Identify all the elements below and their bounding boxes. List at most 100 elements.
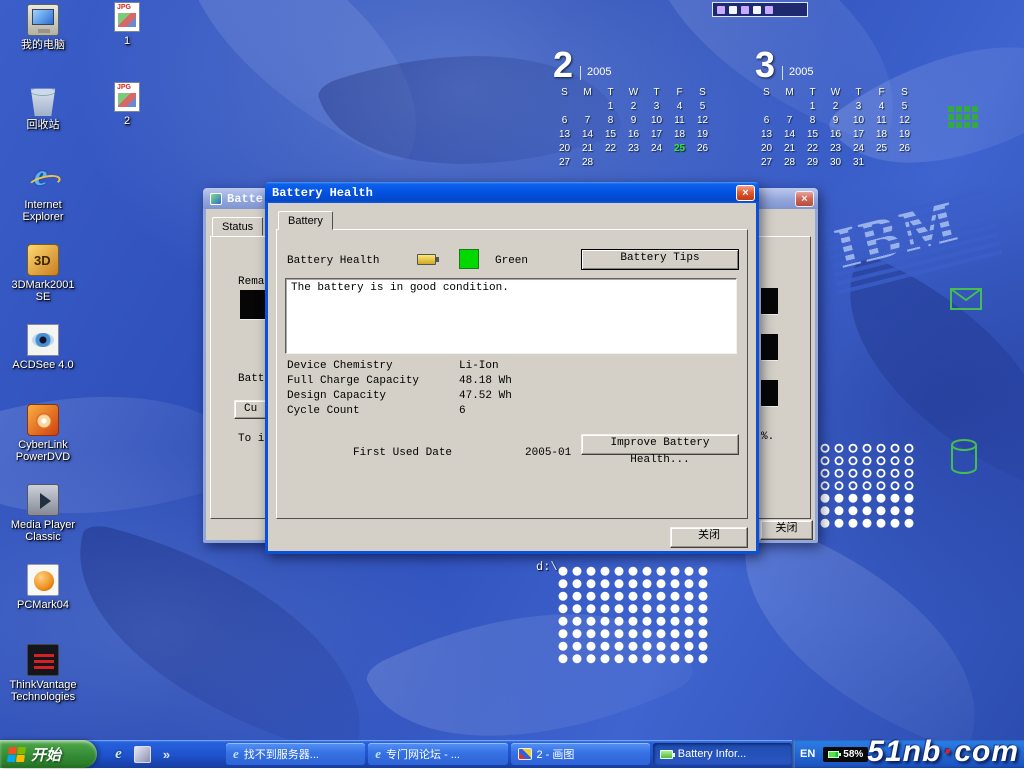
desktop-icon-label: ThinkVantage Technologies <box>4 679 82 703</box>
calendar-day: 5 <box>893 101 916 115</box>
battery-tray-indicator[interactable]: 58% <box>823 747 868 762</box>
improve-battery-health-button[interactable]: Improve Battery Health... <box>581 434 739 455</box>
calendar-year: 2005 <box>782 66 813 80</box>
window-title: Batte <box>227 192 263 206</box>
percent-label: %. <box>761 431 774 443</box>
my-computer-icon <box>27 4 59 36</box>
field-value: Li-Ion <box>459 360 499 372</box>
condition-textbox[interactable]: The battery is in good condition. <box>285 278 737 354</box>
battery-tips-button[interactable]: Battery Tips <box>581 249 739 270</box>
close-icon[interactable]: × <box>795 191 814 207</box>
desktop-icon-label: Internet Explorer <box>4 199 82 223</box>
calendar-day: 3 <box>645 101 668 115</box>
desktop-icon-recycle-bin[interactable]: 回收站 <box>4 82 82 162</box>
acdsee-40-icon <box>27 324 59 356</box>
taskbar-task-ie-forum[interactable]: e专门网论坛 - ... <box>368 743 507 765</box>
windows-logo-icon <box>7 747 26 762</box>
desktop-icon-label: 1 <box>88 35 166 47</box>
calendar-day: 23 <box>622 143 645 157</box>
battery-field-row: Design Capacity47.52 Wh <box>287 390 512 405</box>
task-buttons: e找不到服务器...e专门网论坛 - ...2 - 画图Battery Info… <box>226 743 792 765</box>
desktop-icon-acdsee-40[interactable]: ACDSee 4.0 <box>4 322 82 402</box>
display-icon[interactable] <box>741 6 749 14</box>
field-label: Cycle Count <box>287 405 459 417</box>
battery-field-row: Device ChemistryLi-Ion <box>287 360 512 375</box>
calendar-day-header: M <box>778 87 801 101</box>
calendar-day-header: W <box>824 87 847 101</box>
taskbar-task-battery-information[interactable]: Battery Infor... <box>653 743 792 765</box>
calendar-day <box>599 157 622 171</box>
quick-launch-more-icon[interactable]: » <box>158 746 175 763</box>
tab-status[interactable]: Status <box>212 217 263 236</box>
desktop-icon-column: 我的电脑回收站 Internet Explorer 3DMark2001 SEACD… <box>4 2 82 722</box>
calendar-day: 24 <box>847 143 870 157</box>
desktop-icon-media-player-classic[interactable]: Media Player Classic <box>4 482 82 562</box>
desktop-icon-3dmark2001-se[interactable]: 3DMark2001 SE <box>4 242 82 322</box>
calendar-day <box>645 157 668 171</box>
calendar-day <box>870 157 893 171</box>
close-button[interactable]: 关闭 <box>670 527 748 548</box>
notes-icon[interactable] <box>765 6 773 14</box>
quick-launch-ie-icon[interactable]: e <box>110 746 127 763</box>
calendar-day-header: W <box>622 87 645 101</box>
desktop-icon-jpg-2[interactable]: 2 <box>88 80 166 160</box>
calendar-day: 12 <box>691 115 714 129</box>
paint-icon <box>518 748 532 760</box>
dialog-titlebar[interactable]: Battery Health × <box>265 182 759 203</box>
desktop-icon-label: Media Player Classic <box>4 519 82 543</box>
drag-handle-icon[interactable] <box>717 6 725 14</box>
taskbar-task-paint[interactable]: 2 - 画图 <box>511 743 650 765</box>
battery-gauge <box>761 288 778 315</box>
desktop-icon-my-computer[interactable]: 我的电脑 <box>4 2 82 82</box>
speaker-icon[interactable] <box>729 6 737 14</box>
calendar-day: 30 <box>824 157 847 171</box>
desktop-icon-jpg-1[interactable]: 1 <box>88 0 166 80</box>
calendar-day: 11 <box>668 115 691 129</box>
battery-icon <box>417 254 436 265</box>
tab-battery[interactable]: Battery <box>278 211 333 230</box>
calendar-day: 5 <box>691 101 714 115</box>
desktop-icon-pcmark04[interactable]: PCMark04 <box>4 562 82 642</box>
calendar-day-header: S <box>755 87 778 101</box>
calendar-day-header: T <box>645 87 668 101</box>
pcmark04-icon <box>27 564 59 596</box>
field-value: 47.52 Wh <box>459 390 512 402</box>
calendar-day: 28 <box>576 157 599 171</box>
task-label: 专门网论坛 - ... <box>386 746 460 762</box>
quick-launch-player-icon[interactable] <box>134 746 151 763</box>
3dmark2001-se-icon <box>27 244 59 276</box>
calendar-day: 10 <box>645 115 668 129</box>
cylinder-icon <box>950 438 978 476</box>
desktop-icon-cyberlink-powerdvd[interactable]: CyberLink PowerDVD <box>4 402 82 482</box>
calendar-day: 13 <box>755 129 778 143</box>
start-label: 开始 <box>31 744 61 765</box>
calendar-day <box>893 157 916 171</box>
calendar-day: 13 <box>553 129 576 143</box>
language-indicator[interactable]: EN <box>800 748 815 760</box>
battery-app-icon <box>210 193 222 205</box>
to-label: To i <box>238 433 264 445</box>
battery-fields: Device ChemistryLi-IonFull Charge Capaci… <box>287 360 512 420</box>
calendar-month-number: 3 <box>755 50 775 80</box>
close-icon[interactable]: × <box>736 185 755 201</box>
calendar-day-header: T <box>599 87 622 101</box>
start-button[interactable]: 开始 <box>0 740 97 768</box>
grid-icon[interactable] <box>753 6 761 14</box>
dots-pattern <box>818 492 916 530</box>
health-color-swatch <box>459 249 479 269</box>
field-value: 48.18 Wh <box>459 375 512 387</box>
desktop-icon-thinkvantage-technologies[interactable]: ThinkVantage Technologies <box>4 642 82 722</box>
close-button[interactable]: 关闭 <box>760 520 813 540</box>
dots-pattern <box>556 565 710 665</box>
calendar-march: 32005 SMTWTFS123456789101112131415161718… <box>755 50 916 171</box>
calendar-day: 26 <box>691 143 714 157</box>
battery-field-row: Full Charge Capacity48.18 Wh <box>287 375 512 390</box>
watermark-text: 51nb <box>867 735 941 768</box>
calendar-day: 4 <box>668 101 691 115</box>
system-mini-toolbar[interactable] <box>712 2 808 17</box>
battery-health-dialog[interactable]: Battery Health × Battery Battery Health … <box>265 182 759 554</box>
calendar-day: 10 <box>847 115 870 129</box>
taskbar-task-ie-server-not-found[interactable]: e找不到服务器... <box>226 743 365 765</box>
watermark-dot: · <box>941 735 954 768</box>
desktop-icon-internet-explorer[interactable]: Internet Explorer <box>4 162 82 242</box>
